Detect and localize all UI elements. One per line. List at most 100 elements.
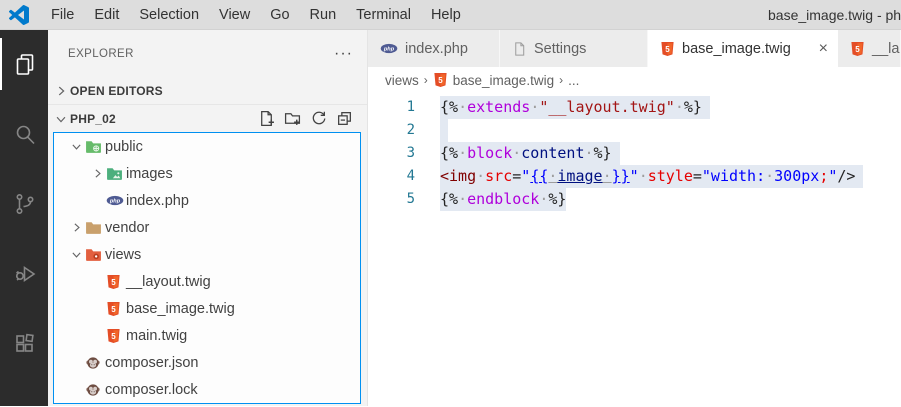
folder-section-header[interactable]: PHP_02 (48, 105, 367, 132)
tree-item-label: base_image.twig (126, 301, 235, 317)
activitybar-explorer[interactable] (0, 38, 48, 90)
new-file-icon[interactable] (258, 110, 275, 127)
code-line-3[interactable]: 3{%·block·content·%} (368, 142, 901, 165)
code-token: image (557, 167, 602, 185)
code-token: = (693, 167, 702, 185)
activitybar-source-control[interactable] (0, 178, 48, 230)
code-token: · (458, 144, 467, 162)
title-bar: FileEditSelectionViewGoRunTerminalHelp b… (0, 0, 901, 30)
code-token: %} (684, 98, 702, 116)
tree-item-index-php[interactable]: phpindex.php (54, 187, 360, 214)
editor-group: phpindex.phpSettings 5 base_image.twig × 5__… (368, 30, 901, 406)
menu-run[interactable]: Run (300, 0, 347, 30)
vscode-logo-icon (9, 5, 29, 25)
tree-item-composer-json[interactable]: composer.json (54, 349, 360, 376)
code-token: = (512, 167, 521, 185)
refresh-icon[interactable] (310, 110, 327, 127)
menu-terminal[interactable]: Terminal (346, 0, 421, 30)
selection-newline (440, 119, 448, 142)
php-icon: php (380, 41, 398, 56)
tab-settings[interactable]: Settings (500, 30, 648, 67)
menu-edit[interactable]: Edit (84, 0, 129, 30)
tree-item-label: views (105, 247, 141, 263)
tree-item-label: main.twig (126, 328, 187, 344)
chevron-right-icon (91, 167, 104, 180)
tree-item-label: __layout.twig (126, 274, 211, 290)
tree-item-views[interactable]: views (54, 241, 360, 268)
tree-item-main-twig[interactable]: 5 main.twig (54, 322, 360, 349)
collapse-all-icon[interactable] (336, 110, 353, 127)
code-token: %} (594, 144, 612, 162)
menu-view[interactable]: View (209, 0, 260, 30)
close-icon[interactable]: × (809, 41, 828, 57)
explorer-actions (258, 110, 367, 127)
code-line-2[interactable]: 2 (368, 119, 901, 142)
code-token: src (485, 167, 512, 185)
tree-item--layout-twig[interactable]: 5 __layout.twig (54, 268, 360, 295)
code-token: 300px (774, 167, 819, 185)
code-token: · (765, 167, 774, 185)
code-editor[interactable]: 1{%·extends·"__layout.twig"·%}23{%·block… (368, 93, 901, 406)
menu-selection[interactable]: Selection (129, 0, 209, 30)
code-line-1[interactable]: 1{%·extends·"__layout.twig"·%} (368, 96, 901, 119)
tree-item-public[interactable]: public (54, 133, 360, 160)
code-token: block (467, 144, 512, 162)
new-folder-icon[interactable] (284, 110, 301, 127)
code-token: · (603, 167, 612, 185)
folder-views-icon (85, 246, 102, 263)
menu-help[interactable]: Help (421, 0, 471, 30)
code-token: ; (819, 167, 828, 185)
chevron-down-icon (70, 248, 83, 261)
selection-newline (702, 96, 710, 119)
tab-index-php[interactable]: phpindex.php (368, 30, 500, 67)
code-token: · (585, 144, 594, 162)
window-title: base_image.twig - ph (768, 0, 901, 30)
code-token: · (512, 144, 521, 162)
tree-item-base-image-twig[interactable]: 5base_image.twig (54, 295, 360, 322)
sidebar-title: EXPLORER (68, 48, 334, 60)
code-token: · (639, 167, 648, 185)
html-icon: 5 (106, 274, 121, 290)
tab-label: base_image.twig (682, 41, 791, 57)
svg-text:5: 5 (111, 331, 116, 340)
code-token: endblock (467, 190, 539, 208)
code-token: · (476, 167, 485, 185)
breadcrumb: views›5base_image.twig›... (368, 67, 901, 93)
composer-icon (85, 382, 101, 398)
code-token: {% (440, 190, 458, 208)
tree-item-composer-lock[interactable]: composer.lock (54, 376, 360, 403)
breadcrumb-item[interactable]: base_image.twig (453, 73, 554, 88)
folder-vendor-icon (85, 219, 102, 236)
chevron-right-icon (54, 84, 68, 98)
code-line-5[interactable]: 5{%·endblock·%} (368, 188, 901, 211)
more-actions-icon[interactable]: ··· (334, 49, 353, 59)
tree-item-images[interactable]: images (54, 160, 360, 187)
html-icon: 5 (106, 328, 121, 344)
code-token: "width: (702, 167, 765, 185)
activitybar-search[interactable] (0, 108, 48, 160)
html-icon: 5 (850, 41, 865, 57)
tree-item-label: composer.lock (105, 382, 198, 398)
svg-text:5: 5 (438, 76, 443, 85)
breadcrumb-item[interactable]: views (385, 73, 419, 88)
code-token: · (675, 98, 684, 116)
code-line-4[interactable]: 4<img·src="{{·image·}}"·style="width:·30… (368, 165, 901, 188)
open-editors-section[interactable]: OPEN EDITORS (48, 78, 367, 105)
breadcrumb-item[interactable]: ... (568, 73, 579, 88)
menu-go[interactable]: Go (260, 0, 299, 30)
composer-icon (85, 355, 101, 371)
tab-base-image-twig[interactable]: 5base_image.twig× (648, 30, 838, 67)
menu-file[interactable]: File (41, 0, 84, 30)
code-token: %} (548, 190, 566, 208)
code-token: }} (612, 167, 630, 185)
line-number: 5 (368, 188, 440, 211)
tab--la[interactable]: 5__la (838, 30, 901, 67)
activitybar-run-debug[interactable] (0, 248, 48, 300)
activitybar-extensions[interactable] (0, 318, 48, 370)
folder-public-icon (85, 138, 102, 155)
open-editors-label: OPEN EDITORS (70, 84, 163, 98)
code-token: content (521, 144, 584, 162)
sidebar-header: EXPLORER ··· (48, 30, 367, 78)
folder-section-label: PHP_02 (70, 112, 116, 126)
tree-item-vendor[interactable]: vendor (54, 214, 360, 241)
